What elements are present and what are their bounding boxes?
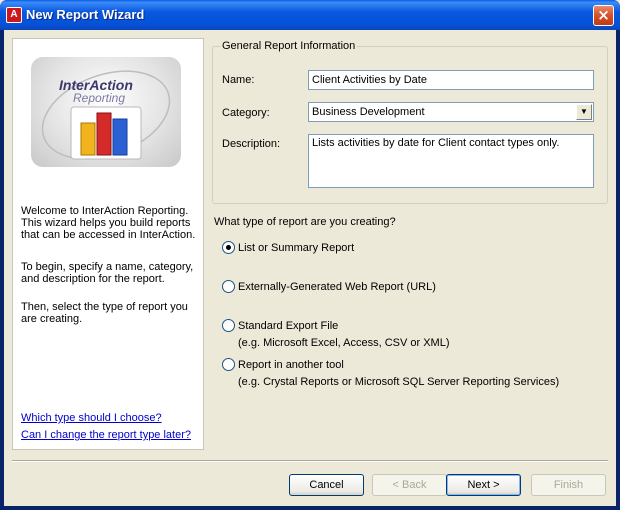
chevron-down-icon[interactable]: ▼ bbox=[576, 104, 592, 120]
next-button[interactable]: Next > bbox=[446, 474, 521, 496]
radio-export-file-sub: (e.g. Microsoft Excel, Access, CSV or XM… bbox=[238, 337, 450, 349]
name-input[interactable] bbox=[308, 70, 594, 90]
window-title: New Report Wizard bbox=[26, 7, 145, 22]
back-button[interactable]: < Back bbox=[372, 474, 447, 496]
radio-list-summary[interactable] bbox=[222, 241, 235, 254]
radio-web-report-label[interactable]: Externally-Generated Web Report (URL) bbox=[238, 281, 436, 293]
category-label: Category: bbox=[222, 107, 270, 119]
change-type-link[interactable]: Can I change the report type later? bbox=[21, 429, 191, 441]
title-bar[interactable]: A New Report Wizard × bbox=[0, 0, 620, 30]
name-label: Name: bbox=[222, 74, 255, 86]
category-select[interactable]: Business Development ▼ bbox=[308, 102, 594, 122]
radio-export-file-label[interactable]: Standard Export File bbox=[238, 320, 338, 332]
welcome-paragraph: Welcome to InterAction Reporting. This w… bbox=[21, 205, 196, 241]
logo-line2: Reporting bbox=[73, 91, 126, 105]
left-info-panel: InterAction Reporting Welcome to InterAc… bbox=[12, 38, 204, 450]
interaction-app-icon: A bbox=[6, 7, 22, 23]
cancel-button[interactable]: Cancel bbox=[289, 474, 364, 496]
category-value: Business Development bbox=[312, 106, 425, 118]
interaction-reporting-logo: InterAction Reporting bbox=[31, 57, 181, 167]
close-icon: × bbox=[597, 6, 610, 24]
which-type-link[interactable]: Which type should I choose? bbox=[21, 412, 162, 424]
select-type-paragraph: Then, select the type of report you are … bbox=[21, 301, 188, 325]
instructions-paragraph: To begin, specify a name, category, and … bbox=[21, 261, 194, 285]
radio-web-report[interactable] bbox=[222, 280, 235, 293]
close-button[interactable]: × bbox=[593, 5, 614, 26]
radio-export-file[interactable] bbox=[222, 319, 235, 332]
logo-graphic bbox=[41, 70, 171, 160]
description-label: Description: bbox=[222, 138, 281, 150]
radio-list-summary-label[interactable]: List or Summary Report bbox=[238, 242, 354, 254]
radio-other-tool-label[interactable]: Report in another tool bbox=[238, 359, 344, 371]
finish-button[interactable]: Finish bbox=[531, 474, 606, 496]
wizard-window: A New Report Wizard × InterAction Report… bbox=[0, 0, 620, 510]
radio-other-tool[interactable] bbox=[222, 358, 235, 371]
general-info-legend: General Report Information bbox=[220, 40, 358, 52]
report-type-question: What type of report are you creating? bbox=[214, 216, 396, 228]
radio-other-tool-sub: (e.g. Crystal Reports or Microsoft SQL S… bbox=[238, 376, 560, 388]
description-input[interactable] bbox=[308, 134, 594, 188]
button-separator bbox=[12, 460, 608, 462]
wizard-body: InterAction Reporting Welcome to InterAc… bbox=[4, 30, 616, 506]
